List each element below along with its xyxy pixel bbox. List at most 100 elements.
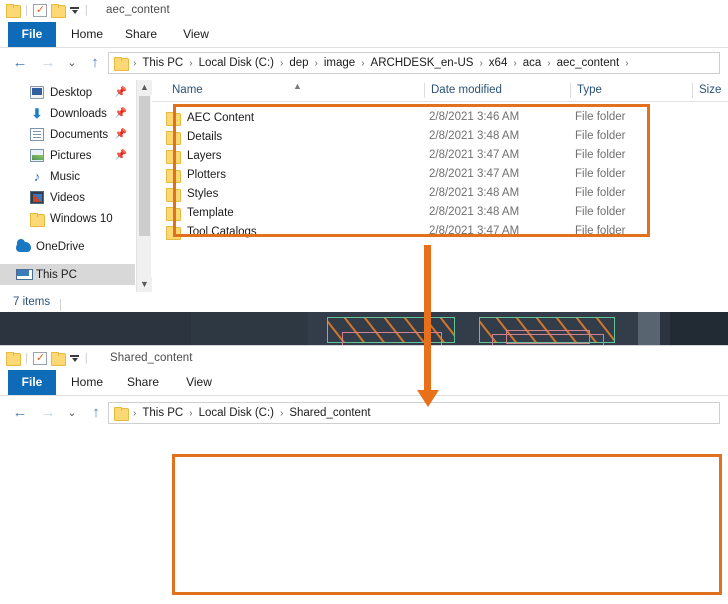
table-row[interactable]: AEC Content 2/8/2021 3:46 AM File folder: [152, 108, 728, 127]
nav-pane-scrollbar[interactable]: ▲ ▼: [136, 80, 152, 292]
title-bar: | ✓ | Shared_content: [0, 346, 728, 370]
column-headers[interactable]: Name ▲ Date modified Type Size: [152, 80, 728, 102]
breadcrumb-local-disk[interactable]: Local Disk (C:): [198, 407, 275, 419]
pin-icon[interactable]: 📌: [115, 87, 127, 98]
tab-view[interactable]: View: [172, 22, 220, 47]
pin-icon[interactable]: 📌: [115, 150, 127, 161]
file-list[interactable]: Name ▲ Date modified Type Size AEC Conte…: [152, 80, 728, 240]
tab-share[interactable]: Share: [118, 370, 168, 395]
quick-access-toolbar[interactable]: | ✓ |: [6, 2, 89, 18]
tab-file[interactable]: File: [8, 22, 56, 47]
table-row[interactable]: Details 2/8/2021 3:48 AM File folder: [152, 127, 728, 146]
tab-home[interactable]: Home: [62, 22, 112, 47]
tab-view[interactable]: View: [175, 370, 223, 395]
file-name-label: Styles: [187, 187, 219, 200]
recent-locations-button[interactable]: ⌄: [62, 403, 82, 423]
breadcrumb-this-pc[interactable]: This PC: [141, 407, 184, 419]
file-name-cell[interactable]: Styles: [166, 184, 218, 203]
column-header-type[interactable]: Type: [571, 80, 691, 101]
file-name-cell[interactable]: Layers: [166, 146, 222, 165]
nav-item-label: Desktop: [50, 86, 93, 99]
table-row[interactable]: Template 2/8/2021 3:48 AM File folder: [152, 203, 728, 222]
file-name-cell[interactable]: Template: [166, 203, 234, 222]
column-header-date[interactable]: Date modified: [425, 80, 569, 101]
table-row[interactable]: Layers 2/8/2021 3:47 AM File folder: [152, 146, 728, 165]
folder-icon[interactable]: [6, 352, 21, 366]
breadcrumb-archdesk[interactable]: ARCHDESK_en-US: [370, 57, 475, 69]
cad-panel-edge: [660, 312, 670, 345]
pin-icon[interactable]: 📌: [115, 108, 127, 119]
address-folder-icon: [114, 57, 129, 71]
up-arrow-icon: ↑: [91, 54, 99, 71]
cad-panel-left: [0, 312, 190, 345]
breadcrumb-dep[interactable]: dep: [288, 57, 309, 69]
nav-item-desktop[interactable]: Desktop 📌: [0, 82, 135, 103]
cad-panel-mid: [191, 312, 308, 345]
scroll-up-arrow-icon[interactable]: ▲: [137, 80, 152, 95]
table-row[interactable]: Plotters 2/8/2021 3:47 AM File folder: [152, 165, 728, 184]
breadcrumb-this-pc[interactable]: This PC: [141, 57, 184, 69]
explorer-window-bottom[interactable]: | ✓ | Shared_content File Home Share Vie…: [0, 345, 728, 604]
cad-inner-b2: [506, 330, 590, 344]
cad-shape-a: [327, 317, 455, 345]
nav-item-documents[interactable]: Documents 📌: [0, 124, 135, 145]
quick-access-toolbar[interactable]: | ✓ |: [6, 350, 89, 366]
forward-button[interactable]: →: [38, 53, 58, 73]
status-item-count: 7 items: [13, 296, 51, 308]
breadcrumb-local-disk[interactable]: Local Disk (C:): [198, 57, 275, 69]
nav-item-windows-10[interactable]: Windows 10: [0, 208, 135, 229]
tab-share[interactable]: Share: [116, 22, 166, 47]
address-breadcrumb-box[interactable]: › This PC › Local Disk (C:) › Shared_con…: [108, 402, 720, 424]
customize-dropdown-icon[interactable]: [69, 4, 80, 16]
tab-file[interactable]: File: [8, 370, 56, 395]
properties-checkbox-icon[interactable]: ✓: [32, 3, 47, 17]
scrollbar-thumb[interactable]: [139, 96, 150, 236]
nav-item-downloads[interactable]: ⬇ Downloads 📌: [0, 103, 135, 124]
breadcrumb-image[interactable]: image: [323, 57, 356, 69]
tab-home[interactable]: Home: [62, 370, 112, 395]
breadcrumb-x64[interactable]: x64: [488, 57, 509, 69]
scroll-down-arrow-icon[interactable]: ▼: [137, 277, 152, 292]
customize-dropdown-icon[interactable]: [69, 352, 80, 364]
pin-icon[interactable]: 📌: [115, 129, 127, 140]
nav-item-this-pc[interactable]: This PC: [0, 264, 135, 285]
recent-locations-button[interactable]: ⌄: [62, 53, 82, 73]
file-name-cell[interactable]: AEC Content: [166, 108, 254, 127]
explorer-window-top[interactable]: | ✓ | aec_content File Home Share View ←…: [0, 0, 728, 312]
back-button[interactable]: ←: [10, 403, 30, 423]
tab-file-label: File: [21, 27, 43, 41]
nav-item-pictures[interactable]: Pictures 📌: [0, 145, 135, 166]
date-modified-cell: 2/8/2021 3:48 AM: [429, 206, 520, 218]
file-name-label: AEC Content: [187, 111, 255, 124]
up-button[interactable]: ↑: [86, 403, 106, 423]
address-breadcrumb-box[interactable]: › This PC › Local Disk (C:) › dep › imag…: [108, 52, 720, 74]
breadcrumb-aca[interactable]: aca: [522, 57, 543, 69]
file-name-cell[interactable]: Details: [166, 127, 222, 146]
tab-home-label: Home: [70, 27, 103, 41]
folder-icon[interactable]: [6, 4, 21, 18]
new-folder-icon[interactable]: [50, 352, 66, 366]
file-name-label: Tool Catalogs: [187, 225, 257, 238]
table-row[interactable]: Tool Catalogs 2/8/2021 3:47 AM File fold…: [152, 222, 728, 241]
nav-item-videos[interactable]: Videos: [0, 187, 135, 208]
up-button[interactable]: ↑: [85, 53, 105, 73]
table-row[interactable]: Styles 2/8/2021 3:48 AM File folder: [152, 184, 728, 203]
status-divider: [60, 299, 61, 311]
nav-item-onedrive[interactable]: OneDrive: [0, 236, 135, 257]
breadcrumb-aec-content[interactable]: aec_content: [556, 57, 621, 69]
back-button[interactable]: ←: [10, 53, 30, 73]
new-folder-icon[interactable]: [50, 4, 66, 18]
breadcrumb-shared-content[interactable]: Shared_content: [288, 407, 371, 419]
file-name-cell[interactable]: Plotters: [166, 165, 226, 184]
nav-item-label: Windows 10: [50, 212, 113, 225]
nav-item-music[interactable]: ♪ Music: [0, 166, 135, 187]
breadcrumb-sep-4: ›: [361, 57, 365, 69]
column-header-size[interactable]: Size: [693, 80, 728, 101]
forward-button[interactable]: →: [38, 403, 58, 423]
breadcrumb-sep-3: ›: [314, 57, 318, 69]
navigation-pane[interactable]: Desktop 📌 ⬇ Downloads 📌 Documents 📌 Pict…: [0, 82, 135, 285]
type-cell: File folder: [575, 130, 626, 142]
file-name-cell[interactable]: Tool Catalogs: [166, 222, 257, 241]
address-bar: ← → ⌄ ↑ › This PC › Local Disk (C:) › de…: [0, 48, 728, 78]
properties-checkbox-icon[interactable]: ✓: [32, 351, 47, 365]
